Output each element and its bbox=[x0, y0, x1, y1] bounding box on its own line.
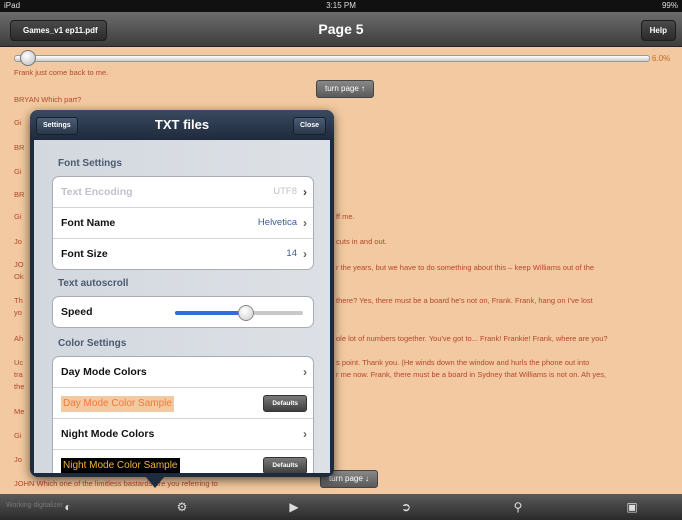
reader-line: ff me. bbox=[336, 212, 355, 221]
toolbar-caption: Working digitalizer bbox=[6, 502, 64, 509]
export-icon[interactable]: ➲ bbox=[396, 497, 416, 517]
reader-line: Th bbox=[14, 296, 23, 305]
chevron-right-icon: › bbox=[303, 247, 307, 261]
day-mode-colors-row[interactable]: Day Mode Colors › bbox=[53, 357, 313, 388]
reader-line: BR bbox=[14, 143, 25, 152]
reader-line: Frank just come back to me. bbox=[14, 68, 109, 77]
arrow-up-icon: ↑ bbox=[361, 84, 366, 93]
row-value: Helvetica bbox=[257, 217, 297, 228]
turn-page-label: turn page bbox=[325, 84, 359, 93]
reader-line: r the years, but we have to do something… bbox=[336, 263, 595, 272]
back-button[interactable]: Games_v1 ep11.pdf bbox=[10, 20, 107, 41]
row-label: Night Mode Colors bbox=[61, 428, 155, 440]
turn-page-up-button[interactable]: turn page ↑ bbox=[316, 80, 375, 98]
battery-label: 99% bbox=[661, 1, 678, 10]
progress-track[interactable] bbox=[14, 55, 650, 62]
reader-line: Ah bbox=[14, 334, 24, 343]
reader-line: r me now. Frank, there must be a board i… bbox=[336, 370, 607, 379]
page-progress-slider[interactable]: 6.0% bbox=[0, 47, 682, 69]
help-button[interactable]: Help bbox=[640, 20, 676, 41]
reader-line: BRYAN Which part? bbox=[14, 95, 82, 104]
play-icon[interactable]: ▶ bbox=[284, 497, 304, 517]
reader-line: the bbox=[14, 382, 25, 391]
navigation-bar: Page 5 Games_v1 ep11.pdf Help bbox=[0, 12, 682, 47]
row-label: Text Encoding bbox=[61, 186, 133, 198]
reader-line: Gi bbox=[14, 167, 22, 176]
zoom-icon[interactable]: ⚲ bbox=[508, 497, 528, 517]
night-mode-sample-row: Night Mode Color Sample Defaults bbox=[53, 450, 313, 473]
day-defaults-button[interactable]: Defaults bbox=[263, 395, 307, 412]
settings-button[interactable]: Settings bbox=[36, 117, 78, 135]
reader-line: Gi bbox=[14, 431, 22, 440]
chevron-right-icon: › bbox=[303, 365, 307, 379]
row-label: Font Name bbox=[61, 217, 116, 229]
chevron-right-icon: › bbox=[303, 216, 307, 230]
color-settings-group: Day Mode Colors › Day Mode Color Sample … bbox=[52, 356, 314, 473]
reader-line: cuts in and out. bbox=[336, 237, 387, 246]
night-mode-color-sample: Night Mode Color Sample bbox=[61, 458, 180, 473]
font-name-row[interactable]: Font Name Helvetica › bbox=[53, 208, 313, 239]
row-label: Font Size bbox=[61, 248, 108, 260]
reader-line: JOHN Which one of the limitless bastards… bbox=[14, 479, 218, 488]
font-size-row[interactable]: Font Size 14 › bbox=[53, 239, 313, 269]
lock-icon[interactable]: ▣ bbox=[622, 497, 642, 517]
row-value: 14 bbox=[286, 248, 297, 259]
reader-line: Gi bbox=[14, 118, 22, 127]
popover-arrow bbox=[145, 476, 165, 488]
speed-slider[interactable] bbox=[175, 305, 303, 321]
chevron-right-icon: › bbox=[303, 427, 307, 441]
reader-line: tra bbox=[14, 370, 23, 379]
text-encoding-row: Text Encoding UTF8 › bbox=[53, 177, 313, 208]
arrow-down-icon: ↓ bbox=[365, 474, 370, 483]
status-bar: iPad 3:15 PM 99% bbox=[0, 0, 682, 12]
day-mode-sample-row: Day Mode Color Sample Defaults bbox=[53, 388, 313, 419]
turn-page-label: turn page bbox=[329, 474, 363, 483]
autoscroll-group: Speed bbox=[52, 296, 314, 328]
reader-line: Uc bbox=[14, 358, 24, 367]
reader-line: BR bbox=[14, 190, 25, 199]
gear-icon[interactable]: ⚙ bbox=[172, 497, 192, 517]
progress-percent: 6.0% bbox=[652, 54, 671, 63]
speed-slider-fill bbox=[175, 311, 246, 315]
reader-line: there? Yes, there must be a board he's n… bbox=[336, 296, 593, 305]
reader-line: Jo bbox=[14, 455, 22, 464]
bottom-toolbar: Working digitalizer ◐ ⚙ ▶ ➲ ⚲ ▣ bbox=[0, 494, 682, 520]
popover-body: Font Settings Text Encoding UTF8 › Font … bbox=[34, 140, 330, 473]
section-color-settings: Color Settings bbox=[58, 338, 127, 349]
section-font-settings: Font Settings bbox=[58, 158, 122, 169]
night-defaults-button[interactable]: Defaults bbox=[263, 457, 307, 473]
reader-line: ole lot of numbers together. You've got … bbox=[336, 334, 608, 343]
font-settings-group: Text Encoding UTF8 › Font Name Helvetica… bbox=[52, 176, 314, 270]
day-mode-color-sample: Day Mode Color Sample bbox=[61, 396, 174, 412]
reader-line: s point. Thank you. (He winds down the w… bbox=[336, 358, 590, 367]
clock: 3:15 PM bbox=[326, 1, 356, 10]
section-text-autoscroll: Text autoscroll bbox=[58, 278, 129, 289]
reader-line: Ok bbox=[14, 272, 24, 281]
reader-line: yo bbox=[14, 308, 22, 317]
reader-line: Me bbox=[14, 407, 25, 416]
night-mode-colors-row[interactable]: Night Mode Colors › bbox=[53, 419, 313, 450]
txt-settings-popover: TXT files Settings Close Font Settings T… bbox=[30, 110, 334, 477]
reader-line: JO bbox=[14, 260, 24, 269]
close-button[interactable]: Close bbox=[292, 117, 326, 135]
row-label: Day Mode Colors bbox=[61, 366, 147, 378]
reader-line: Jo bbox=[14, 237, 22, 246]
progress-thumb[interactable] bbox=[19, 50, 36, 66]
speed-row: Speed bbox=[53, 297, 313, 327]
reader-line: Gi bbox=[14, 212, 22, 221]
row-label: Speed bbox=[61, 306, 93, 318]
row-value: UTF8 bbox=[273, 186, 297, 197]
speed-slider-thumb[interactable] bbox=[238, 305, 255, 321]
chevron-right-icon: › bbox=[303, 185, 307, 199]
night-mode-icon[interactable]: ◐ bbox=[58, 497, 78, 517]
